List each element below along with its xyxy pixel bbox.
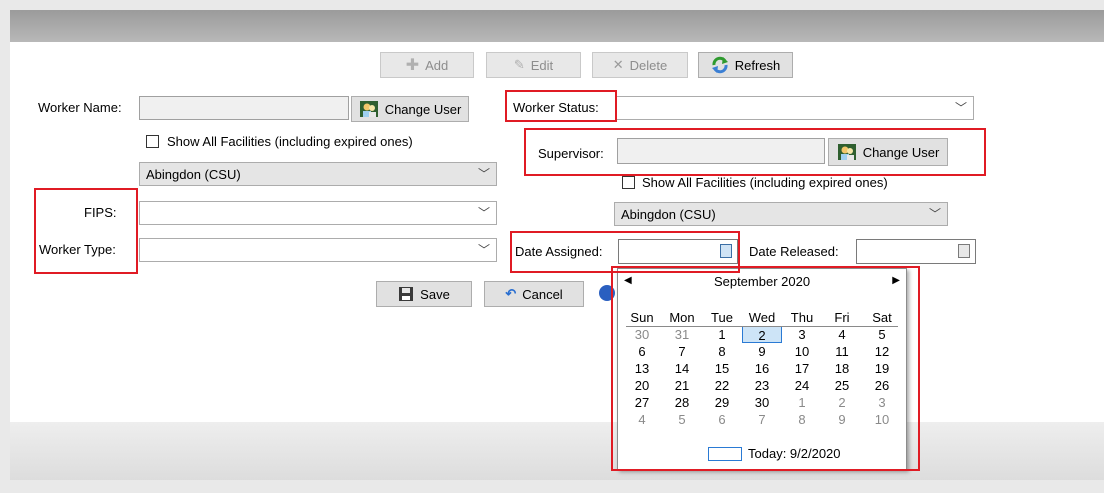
undo-icon: ↶ — [505, 286, 517, 301]
close-icon: ✕ — [612, 57, 624, 72]
fips-select[interactable]: ﹀ — [139, 201, 497, 225]
fips-worker-type-highlight — [34, 188, 138, 274]
show-all-facilities-label: Show All Facilities (including expired o… — [167, 134, 413, 149]
title-band — [10, 10, 1104, 42]
delete-button[interactable]: ✕ Delete — [592, 52, 688, 78]
show-all-facilities-label: Show All Facilities (including expired o… — [642, 175, 888, 190]
worker-type-select[interactable]: ﹀ — [139, 238, 497, 262]
edit-button[interactable]: ✎ Edit — [486, 52, 581, 78]
cancel-button[interactable]: ↶ Cancel — [484, 281, 584, 307]
chevron-down-icon: ﹀ — [477, 243, 490, 257]
worker-status-select[interactable]: ﹀ — [616, 96, 974, 120]
facility-select[interactable]: Abingdon (CSU) ﹀ — [614, 202, 948, 226]
worker-name-field[interactable] — [139, 96, 349, 120]
worker-status-highlight — [505, 90, 617, 122]
date-released-label: Date Released: — [749, 244, 839, 259]
supervisor-highlight — [524, 128, 986, 176]
chevron-down-icon: ﹀ — [928, 207, 941, 221]
chevron-down-icon: ﹀ — [954, 101, 967, 115]
show-all-facilities-checkbox[interactable] — [146, 135, 159, 148]
pencil-icon: ✎ — [513, 57, 525, 72]
edit-label: Edit — [530, 57, 554, 73]
save-button[interactable]: Save — [376, 281, 472, 307]
save-label: Save — [420, 286, 450, 302]
form-window: ✚ Add ✎ Edit ✕ Delete Refresh Worker Nam… — [10, 10, 1104, 480]
chevron-down-icon: ﹀ — [477, 167, 490, 181]
refresh-icon — [711, 56, 728, 74]
add-icon: ✚ — [405, 57, 420, 74]
refresh-button[interactable]: Refresh — [698, 52, 793, 78]
cancel-label: Cancel — [522, 286, 563, 302]
change-user-label: Change User — [384, 101, 462, 117]
facility-select[interactable]: Abingdon (CSU) ﹀ — [139, 162, 497, 186]
show-all-facilities-checkbox[interactable] — [622, 176, 635, 189]
change-user-button[interactable]: Change User — [351, 96, 469, 122]
users-icon — [359, 101, 378, 117]
worker-name-label: Worker Name: — [38, 100, 122, 115]
refresh-label: Refresh — [734, 57, 781, 73]
facility-value: Abingdon (CSU) — [621, 206, 716, 222]
calendar-highlight — [611, 266, 920, 471]
calendar-icon[interactable] — [958, 244, 970, 258]
save-icon — [399, 287, 414, 301]
add-label: Add — [425, 57, 449, 73]
footer-band — [10, 422, 1104, 480]
facility-value: Abingdon (CSU) — [146, 166, 241, 182]
delete-label: Delete — [629, 57, 668, 73]
add-button[interactable]: ✚ Add — [380, 52, 474, 78]
chevron-down-icon: ﹀ — [477, 206, 490, 220]
date-released-field[interactable] — [856, 239, 976, 264]
